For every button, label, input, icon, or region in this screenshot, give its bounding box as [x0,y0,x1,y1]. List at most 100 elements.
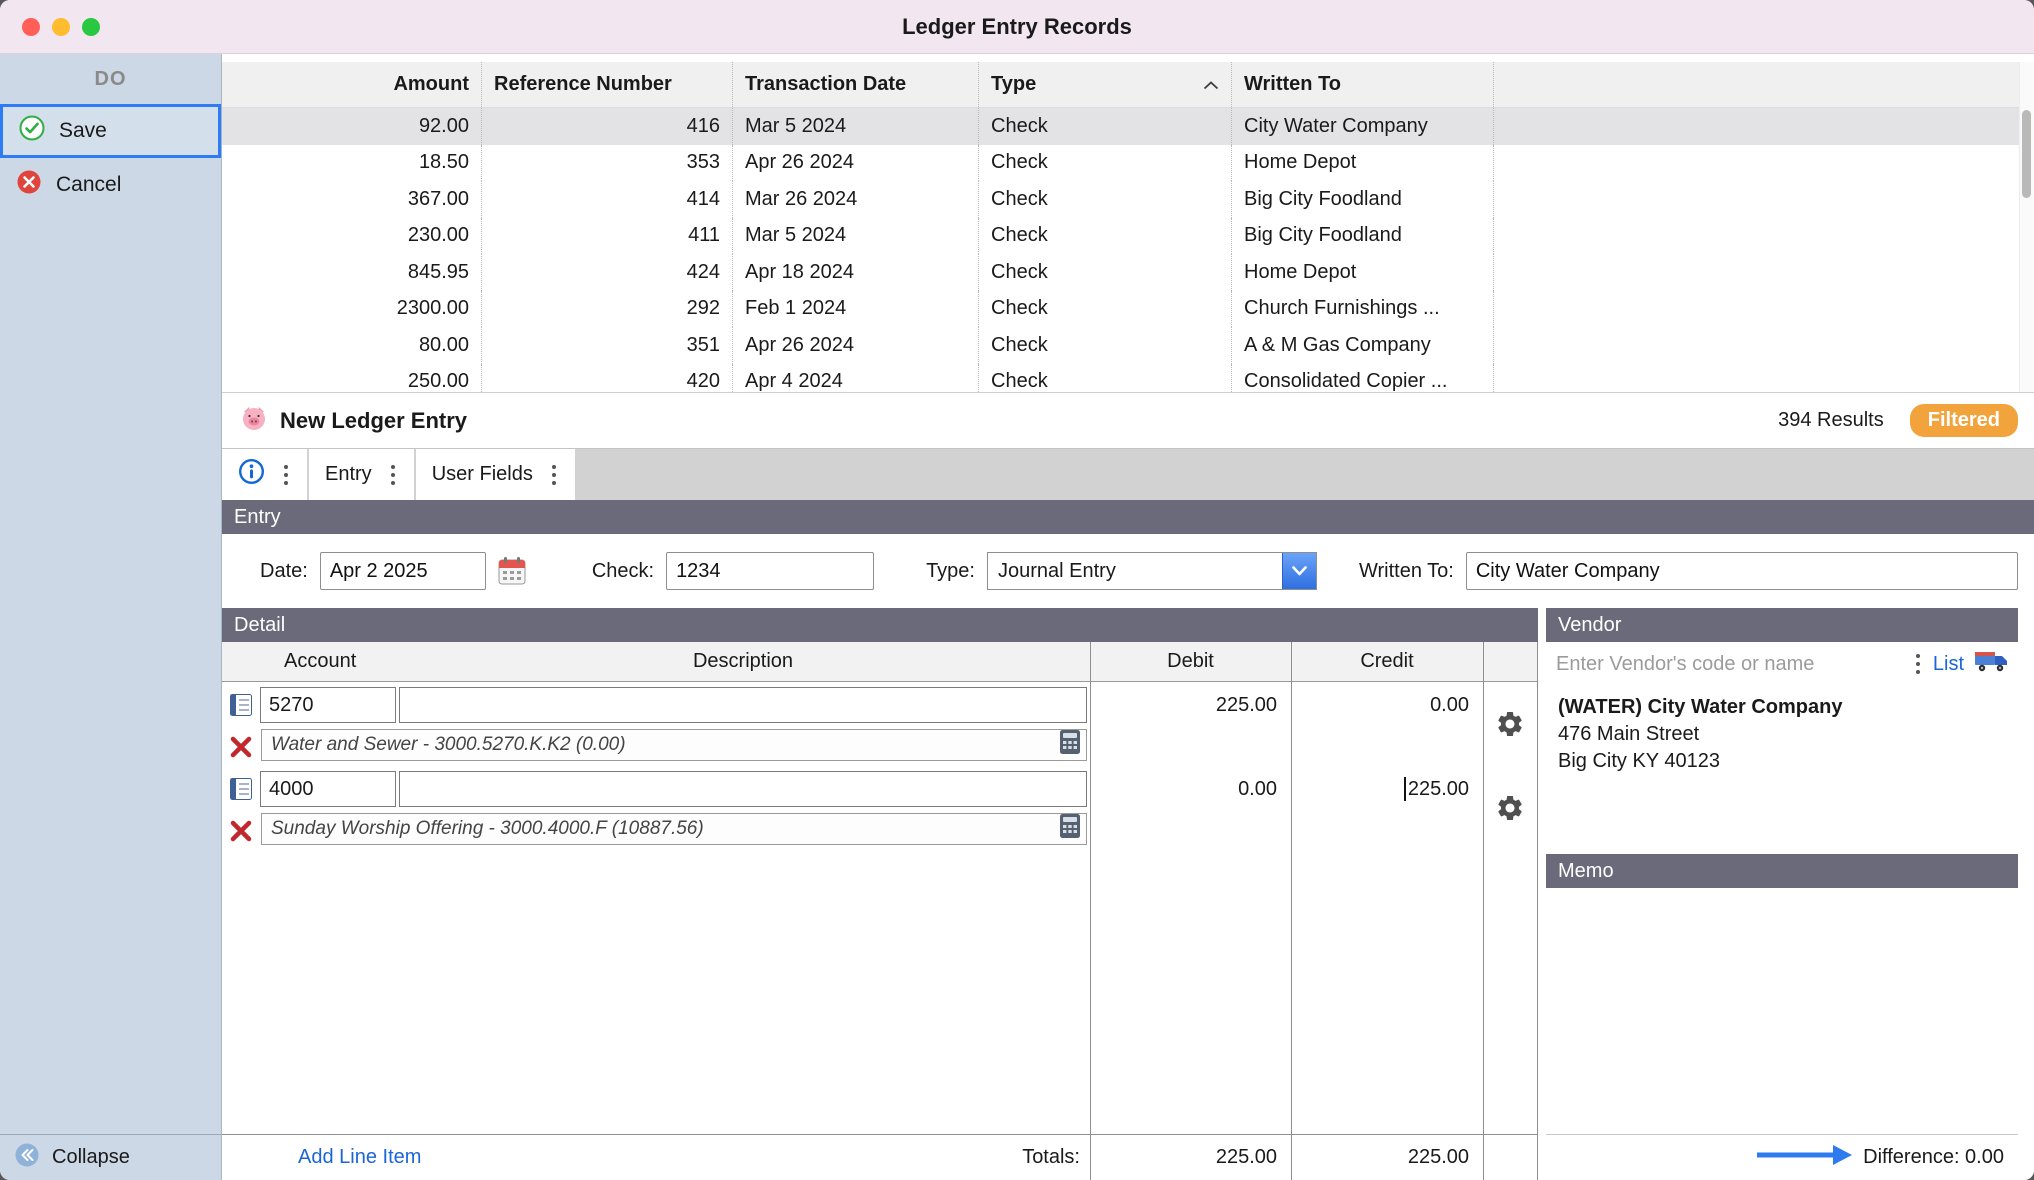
account-info-text: Water and Sewer - 3000.5270.K.K2 (0.00) [271,734,626,755]
cell-amount: 845.95 [222,254,482,291]
vertical-scrollbar[interactable] [2019,62,2034,392]
entry-form: Date: Check: Type: Journal Entry [222,534,2034,608]
sidebar: DO Save Cancel Collapse [0,54,222,1180]
traffic-lights [22,17,100,36]
info-icon[interactable] [238,458,265,491]
calendar-icon[interactable] [494,553,530,589]
scrollbar-thumb[interactable] [2022,110,2031,198]
line-settings-gear-icon[interactable] [1483,766,1537,850]
account-lookup-icon[interactable] [222,776,260,802]
written-to-input[interactable] [1465,552,2018,590]
table-row[interactable]: 80.00 351 Apr 26 2024 Check A & M Gas Co… [222,327,2034,364]
cell-reference: 292 [482,290,733,327]
detail-column-headers: Account Description Debit Credit [222,642,1537,682]
delivery-truck-icon[interactable] [1974,649,2008,679]
sidebar-header: DO [94,67,127,90]
table-row[interactable]: 845.95 424 Apr 18 2024 Check Home Depot [222,254,2034,291]
collapse-label: Collapse [52,1146,130,1168]
table-row[interactable]: 18.50 353 Apr 26 2024 Check Home Depot [222,144,2034,181]
cell-amount: 367.00 [222,181,482,218]
column-header-date[interactable]: Transaction Date [733,62,979,107]
type-select-value: Journal Entry [997,559,1116,582]
credit-cell[interactable]: 225.00 [1291,777,1483,801]
description-input[interactable] [399,771,1087,807]
calculator-icon[interactable] [1059,813,1081,845]
column-header-type[interactable]: Type [979,62,1232,107]
delete-line-icon[interactable] [222,734,260,760]
check-label: Check: [591,559,655,582]
info-tab[interactable] [222,449,309,500]
line-settings-gear-icon[interactable] [1483,682,1537,766]
column-header-amount[interactable]: Amount [222,62,482,107]
column-header-reference[interactable]: Reference Number [482,62,733,107]
written-to-label: Written To: [1358,559,1454,582]
vendor-address-line1: 476 Main Street [1558,723,1700,745]
debit-cell[interactable]: 0.00 [1090,778,1291,801]
calculator-icon[interactable] [1059,729,1081,761]
cancel-button[interactable]: Cancel [0,158,221,212]
cell-type: Check [979,217,1232,254]
entry-tab-menu-icon[interactable] [388,464,398,485]
cell-amount: 80.00 [222,327,482,364]
table-row[interactable]: 2300.00 292 Feb 1 2024 Check Church Furn… [222,290,2034,327]
type-select[interactable]: Journal Entry [986,552,1317,590]
vendor-panel: Vendor List [1546,608,2018,1180]
records-table: Amount Reference Number Transaction Date… [222,54,2034,392]
account-lookup-icon[interactable] [222,692,260,718]
cell-reference: 353 [482,144,733,181]
close-window-button[interactable] [22,17,40,36]
zoom-window-button[interactable] [82,17,100,36]
cancel-label: Cancel [56,173,122,196]
column-header-written-to[interactable]: Written To [1232,62,1494,107]
chevron-down-icon[interactable] [1281,553,1316,589]
type-label: Type: [926,559,975,582]
vendor-name: (WATER) City Water Company [1558,696,1843,718]
detail-line-item: 5270 225.00 0.00 Water and Sewer - 3000.… [222,682,1537,766]
detail-totals-row: Add Line Item Totals: 225.00 225.00 [222,1134,1537,1180]
debit-cell[interactable]: 225.00 [1090,694,1291,717]
tabbar: Entry User Fields [222,448,2034,500]
cell-amount: 18.50 [222,144,482,181]
app-window: Ledger Entry Records DO Save Cancel Coll… [0,0,2034,1180]
cell-date: Apr 4 2024 [733,363,979,392]
green-check-circle-icon [19,115,45,147]
table-row[interactable]: 250.00 420 Apr 4 2024 Check Consolidated… [222,363,2034,392]
detail-column-account: Account [284,650,357,672]
save-button[interactable]: Save [0,104,221,158]
vendor-menu-icon[interactable] [1913,654,1923,674]
filtered-badge[interactable]: Filtered [1909,404,2018,437]
account-info-text: Sunday Worship Offering - 3000.4000.F (1… [271,818,704,839]
credit-cell[interactable]: 0.00 [1291,694,1483,717]
date-input[interactable] [319,552,486,590]
add-line-item-link[interactable]: Add Line Item [298,1146,421,1169]
vendor-search-row: List [1546,642,2018,686]
tab-entry[interactable]: Entry [309,449,416,500]
cell-date: Mar 5 2024 [733,108,979,145]
cell-type: Check [979,181,1232,218]
red-x-circle-icon [16,169,42,201]
detail-column-credit: Credit [1360,650,1414,672]
tab-user-fields-label: User Fields [431,463,533,485]
cell-type: Check [979,254,1232,291]
difference-row: Difference: 0.00 [1546,1134,2018,1180]
tab-user-fields[interactable]: User Fields [415,449,577,500]
user-fields-tab-menu-icon[interactable] [549,464,559,485]
vendor-list-link[interactable]: List [1933,653,1964,676]
vendor-search-input[interactable] [1556,652,1903,676]
account-input[interactable]: 4000 [260,771,396,807]
check-number-input[interactable] [666,552,875,590]
table-row[interactable]: 367.00 414 Mar 26 2024 Check Big City Fo… [222,181,2034,218]
table-row[interactable]: 230.00 411 Mar 5 2024 Check Big City Foo… [222,217,2034,254]
account-input[interactable]: 5270 [260,687,396,723]
minimize-window-button[interactable] [52,17,70,36]
results-count: 394 Results [1778,409,1884,431]
info-menu-icon[interactable] [281,464,291,485]
description-input[interactable] [399,687,1087,723]
collapse-button[interactable]: Collapse [0,1134,221,1180]
cell-reference: 351 [482,327,733,364]
delete-line-icon[interactable] [222,818,260,844]
memo-input[interactable] [1546,888,2018,1134]
difference-label: Difference: 0.00 [1863,1146,2004,1168]
table-row[interactable]: 92.00 416 Mar 5 2024 Check City Water Co… [222,108,2034,145]
cell-written-to: Big City Foodland [1232,217,1494,254]
